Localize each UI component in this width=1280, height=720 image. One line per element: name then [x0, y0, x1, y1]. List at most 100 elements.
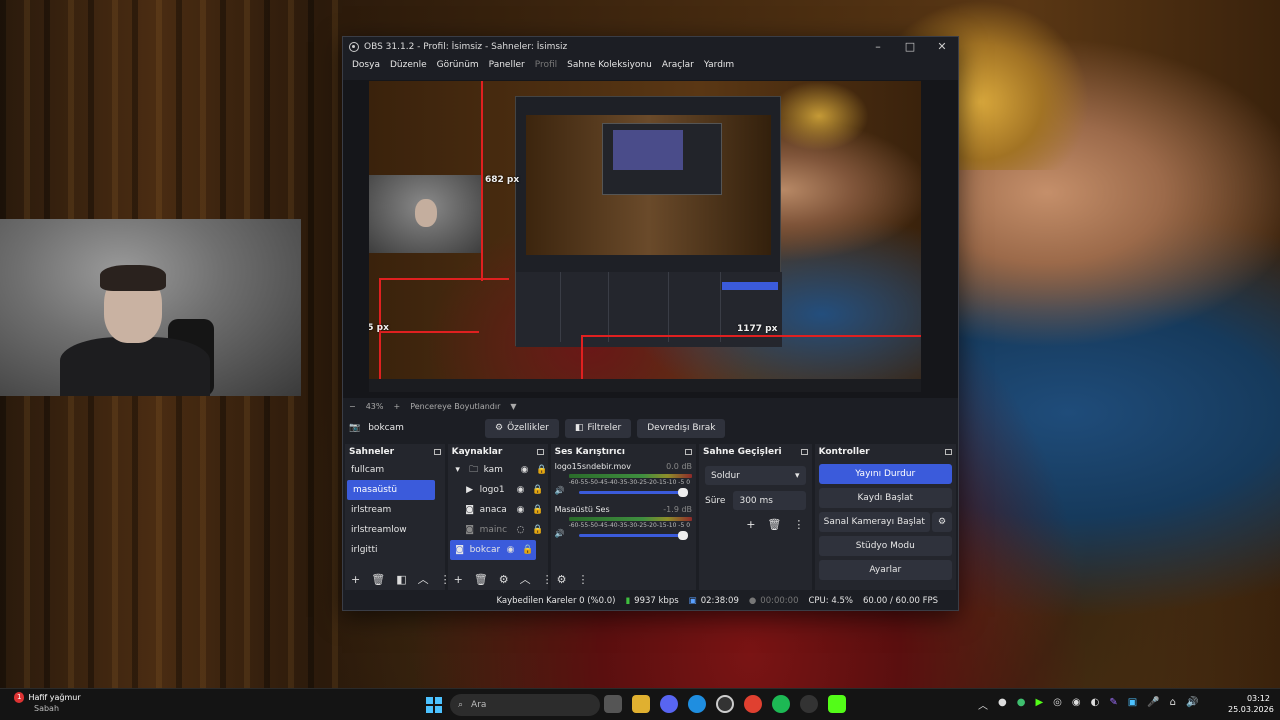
undock-icon[interactable] — [685, 449, 693, 455]
menu-scene-collection[interactable]: Sahne Koleksiyonu — [562, 60, 657, 70]
zoom-in-button[interactable]: + — [393, 402, 400, 411]
maximize-button[interactable]: □ — [894, 40, 926, 53]
duration-input[interactable]: 300 ms — [733, 491, 806, 510]
network-icon[interactable]: ⌂ — [1170, 697, 1176, 712]
lock-icon[interactable]: 🔒 — [532, 505, 544, 515]
start-record-button[interactable]: Kaydı Başlat — [818, 488, 952, 508]
studio-mode-button[interactable]: Stüdyo Modu — [818, 536, 952, 556]
close-button[interactable]: ✕ — [926, 40, 958, 53]
source-item[interactable]: ◙ bokcam ◉ 🔒 — [449, 540, 536, 560]
trash-icon[interactable]: 🗑 — [371, 573, 385, 586]
fit-window-button[interactable]: Pencereye Boyutlandır — [410, 402, 500, 411]
chevron-up-icon[interactable]: ︿ — [418, 571, 429, 587]
minimize-button[interactable]: – — [862, 40, 894, 53]
weather-widget[interactable]: 1 Hafif yağmur Sabah — [14, 692, 81, 714]
undock-icon[interactable] — [800, 449, 808, 455]
trash-icon[interactable]: 🗑 — [474, 573, 488, 586]
kick-icon[interactable] — [828, 695, 846, 713]
tray-app-icon[interactable]: ◉ — [1072, 697, 1081, 712]
undock-icon[interactable] — [945, 449, 952, 455]
preview-webcam-source[interactable] — [369, 175, 481, 253]
deactivate-button[interactable]: Devredışı Bırak — [637, 418, 726, 438]
speaker-icon[interactable]: 🔊 — [555, 486, 565, 495]
settings-button[interactable]: Ayarlar — [818, 560, 952, 580]
menu-edit[interactable]: Düzenle — [385, 60, 432, 70]
eye-icon[interactable]: ◉ — [505, 545, 517, 555]
tray-app-icon[interactable]: ● — [998, 697, 1007, 712]
caret-down-icon[interactable]: ▾ — [452, 465, 464, 475]
tray-app-icon[interactable]: ✎ — [1109, 697, 1117, 712]
source-item[interactable]: ◙ anaca ◉ 🔒 — [448, 500, 548, 520]
properties-button[interactable]: ⚙ Özellikler — [485, 418, 559, 438]
chrome-icon[interactable] — [744, 695, 762, 713]
source-item[interactable]: ▾ 🗀 kam ◉ 🔒 — [448, 460, 548, 480]
nested-obs-capture[interactable] — [515, 96, 782, 347]
tray-app-icon[interactable]: ▣ — [1128, 697, 1137, 712]
app-icon[interactable] — [800, 695, 818, 713]
preview-canvas[interactable]: 682 px 35 px 1177 px — [369, 81, 921, 392]
file-explorer-icon[interactable] — [632, 695, 650, 713]
camera-icon: ◙ — [455, 545, 464, 555]
task-view-icon[interactable] — [604, 695, 622, 713]
steam-icon[interactable]: ◐ — [1091, 697, 1100, 712]
gear-icon[interactable]: ⚙ — [499, 573, 509, 586]
stop-stream-button[interactable]: Yayını Durdur — [818, 464, 952, 484]
gear-icon[interactable]: ⚙ — [932, 512, 952, 532]
menu-help[interactable]: Yardım — [699, 60, 739, 70]
scene-item-masaustu[interactable]: masaüstü — [347, 480, 435, 500]
scene-item-irlstream[interactable]: irlstream — [345, 500, 445, 520]
clock[interactable]: 03:12 25.03.2026 — [1228, 693, 1274, 715]
eye-hidden-icon[interactable]: ◌ — [515, 525, 527, 535]
add-icon[interactable]: + — [351, 573, 360, 586]
speaker-icon[interactable]: 🔊 — [1186, 697, 1198, 712]
speaker-icon[interactable]: 🔊 — [555, 529, 565, 538]
filter-icon[interactable]: ◧ — [396, 573, 406, 586]
start-button[interactable] — [426, 697, 442, 713]
source-item[interactable]: ◙ mainc ◌ 🔒 — [448, 520, 548, 540]
search-box[interactable]: ⌕ Ara — [450, 694, 600, 716]
scene-item-irlgitti[interactable]: irlgitti — [345, 540, 445, 560]
more-icon[interactable]: ⋮ — [793, 518, 804, 531]
eye-icon[interactable]: ◉ — [515, 485, 527, 495]
spotify-icon[interactable] — [772, 695, 790, 713]
eye-icon[interactable]: ◉ — [515, 505, 527, 515]
zoom-out-button[interactable]: − — [349, 402, 356, 411]
virtual-cam-button[interactable]: Sanal Kamerayı Başlat — [818, 512, 930, 532]
scene-item-fullcam[interactable]: fullcam — [345, 460, 445, 480]
chevron-down-icon[interactable]: ▼ — [510, 402, 516, 411]
tray-app-icon[interactable]: ▶ — [1035, 697, 1043, 712]
trash-icon[interactable]: 🗑 — [767, 518, 781, 531]
lock-icon[interactable]: 🔒 — [522, 545, 534, 555]
guide-label-left: 35 px — [369, 323, 389, 333]
menu-tools[interactable]: Araçlar — [657, 60, 699, 70]
filters-button[interactable]: ◧ Filtreler — [564, 418, 632, 438]
menu-docks[interactable]: Paneller — [484, 60, 530, 70]
volume-slider[interactable] — [578, 531, 689, 540]
preview-area[interactable]: 682 px 35 px 1177 px — [343, 80, 958, 398]
menu-profile[interactable]: Profil — [530, 60, 562, 70]
transition-select[interactable]: Soldur ▾ — [705, 466, 806, 485]
more-icon[interactable]: ⋮ — [577, 573, 588, 586]
tray-app-icon[interactable]: ● — [1017, 697, 1026, 712]
microphone-icon[interactable]: 🎤 — [1147, 697, 1159, 712]
eye-icon[interactable]: ◉ — [519, 465, 531, 475]
add-icon[interactable]: + — [454, 573, 463, 586]
lock-icon[interactable]: 🔒 — [532, 485, 544, 495]
undock-icon[interactable] — [536, 449, 544, 455]
menu-file[interactable]: Dosya — [347, 60, 385, 70]
menu-view[interactable]: Görünüm — [432, 60, 484, 70]
link-gear-icon[interactable]: ⚙ — [557, 573, 567, 586]
discord-icon[interactable] — [660, 695, 678, 713]
undock-icon[interactable] — [433, 449, 441, 455]
lock-icon[interactable]: 🔒 — [536, 465, 548, 475]
edge-icon[interactable] — [688, 695, 706, 713]
obs-icon[interactable] — [716, 695, 734, 713]
volume-slider[interactable] — [578, 488, 689, 497]
tray-app-icon[interactable]: ◎ — [1053, 697, 1062, 712]
chevron-up-icon[interactable]: ︿ — [978, 697, 988, 712]
add-icon[interactable]: + — [746, 518, 755, 531]
lock-icon[interactable]: 🔒 — [532, 525, 544, 535]
scene-item-irlstreamlow[interactable]: irlstreamlow — [345, 520, 445, 540]
chevron-up-icon[interactable]: ︿ — [520, 571, 531, 587]
source-item[interactable]: ▶ logo1 ◉ 🔒 — [448, 480, 548, 500]
